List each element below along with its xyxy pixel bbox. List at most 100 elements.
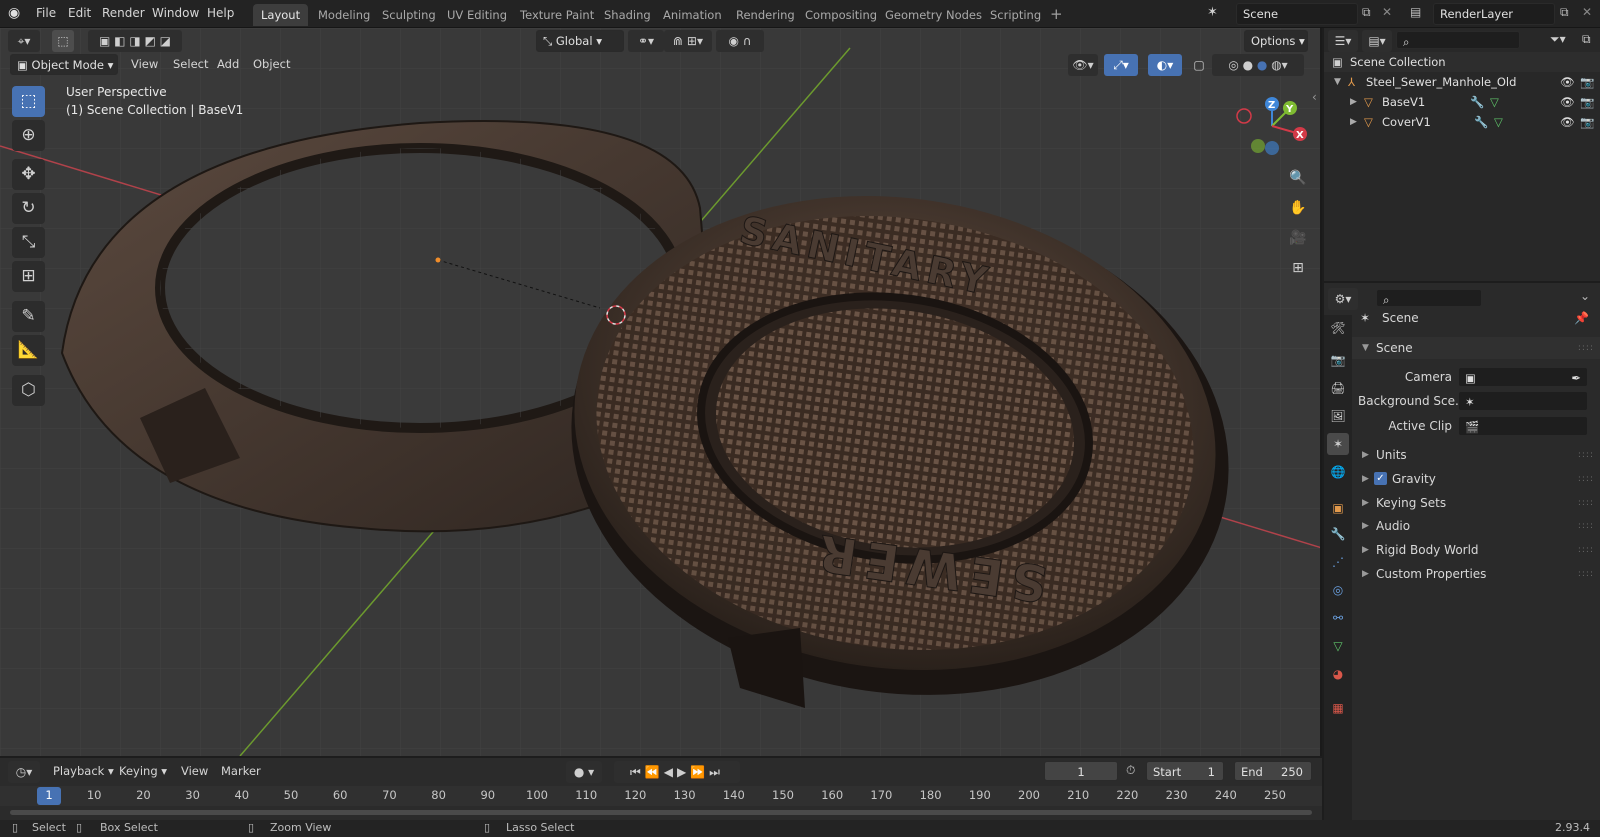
active-clip-field[interactable]: 🎬 xyxy=(1458,416,1588,436)
tab-rendering[interactable]: Rendering xyxy=(728,4,803,26)
menu-object[interactable]: Object xyxy=(248,54,295,75)
object-tab-icon[interactable]: ▣ xyxy=(1327,497,1349,519)
camera-render-icon[interactable]: 📷 xyxy=(1580,92,1594,112)
camera-view-icon[interactable]: 🎥 xyxy=(1286,226,1310,250)
tab-uv-editing[interactable]: UV Editing xyxy=(439,4,515,26)
menu-add[interactable]: Add xyxy=(212,54,244,75)
tab-shading[interactable]: Shading xyxy=(596,4,659,26)
overlays-toggle-icon[interactable]: ◐▾ xyxy=(1148,54,1182,76)
view-layer-tab-icon[interactable]: 🖼 xyxy=(1327,405,1349,427)
pan-hand-icon[interactable]: ✋ xyxy=(1286,196,1310,220)
eye-icon[interactable]: 👁 xyxy=(1560,72,1575,92)
new-collection-icon[interactable]: ⧉ xyxy=(1582,32,1591,47)
timeline-scrollbar[interactable] xyxy=(10,810,1312,815)
end-frame-field[interactable]: End 250 xyxy=(1234,761,1312,781)
delete-scene-icon[interactable]: ✕ xyxy=(1382,5,1392,19)
outliner-row-scene-collection[interactable]: ▣ Scene Collection xyxy=(1324,52,1600,72)
selection-mode-icons[interactable]: ▣ ◧ ◨ ◩ ◪ xyxy=(88,30,182,52)
timeline-view-menu[interactable]: View xyxy=(176,761,213,782)
expand-arrow-icon[interactable]: ▶ xyxy=(1350,112,1357,132)
scene-tab-icon[interactable]: ✶ xyxy=(1327,433,1349,455)
menu-render[interactable]: Render xyxy=(102,6,145,20)
render-tab-icon[interactable]: 📷 xyxy=(1327,349,1349,371)
display-mode-icon[interactable]: ▤▾ xyxy=(1362,30,1392,52)
gravity-panel[interactable]: ▶ ✓ Gravity :::: xyxy=(1352,468,1600,490)
scale-tool-icon[interactable]: ⤡ xyxy=(12,227,45,258)
render-layer-field[interactable]: RenderLayer xyxy=(1433,3,1555,25)
transform-tool-icon[interactable]: ⊞ xyxy=(12,261,45,292)
constraints-tab-icon[interactable]: ⚯ xyxy=(1327,607,1349,629)
audio-panel[interactable]: ▶ Audio :::: xyxy=(1352,515,1600,537)
eye-icon[interactable]: 👁 xyxy=(1560,112,1575,132)
eye-icon[interactable]: 👁 xyxy=(1560,92,1575,112)
select-tool-icon[interactable]: ⬚ xyxy=(52,30,74,52)
ortho-grid-icon[interactable]: ⊞ xyxy=(1286,256,1310,280)
menu-select[interactable]: Select xyxy=(168,54,213,75)
tab-modeling[interactable]: Modeling xyxy=(310,4,378,26)
tab-geometry-nodes[interactable]: Geometry Nodes xyxy=(877,4,990,26)
menu-view[interactable]: View xyxy=(126,54,163,75)
tab-sculpting[interactable]: Sculpting xyxy=(374,4,444,26)
add-cube-tool-icon[interactable]: ⬡ xyxy=(12,375,45,406)
move-tool-icon[interactable]: ✥ xyxy=(12,159,45,190)
xray-icon[interactable]: ▢ xyxy=(1190,54,1208,76)
timeline-editor-icon[interactable]: ◷▾ xyxy=(8,761,40,783)
gravity-checkbox[interactable]: ✓ xyxy=(1374,472,1387,485)
tab-layout[interactable]: Layout xyxy=(253,4,309,26)
scene-name-field[interactable]: Scene xyxy=(1236,3,1358,25)
expand-arrow-icon[interactable]: ▼ xyxy=(1334,72,1341,92)
modifier-wrench-icon[interactable]: 🔧 xyxy=(1474,112,1488,132)
world-tab-icon[interactable]: 🌐 xyxy=(1327,461,1349,483)
tab-texture-paint[interactable]: Texture Paint xyxy=(512,4,602,26)
keying-menu[interactable]: Keying ▾ xyxy=(114,761,172,782)
tab-animation[interactable]: Animation xyxy=(655,4,730,26)
editor-type-icon[interactable]: ⌖▾ xyxy=(8,30,40,52)
scene-section-header[interactable]: ▼ Scene :::: xyxy=(1352,337,1600,359)
scene-icon[interactable]: ✶ xyxy=(1207,5,1218,20)
eyedropper-icon[interactable]: ✒ xyxy=(1571,368,1581,388)
modifier-tab-icon[interactable]: 🔧 xyxy=(1327,523,1349,545)
start-frame-field[interactable]: Start 1 xyxy=(1146,761,1224,781)
visibility-eye-icon[interactable]: 👁▾ xyxy=(1068,54,1098,76)
options-dropdown[interactable]: Options ▾ xyxy=(1244,30,1308,52)
camera-field[interactable]: ▣ ✒ xyxy=(1458,367,1588,387)
keying-sets-panel[interactable]: ▶ Keying Sets :::: xyxy=(1352,492,1600,514)
chevron-down-icon[interactable]: ⌄ xyxy=(1580,289,1590,303)
mesh-data-icon[interactable]: ▽ xyxy=(1494,112,1503,132)
menu-file[interactable]: File xyxy=(36,6,56,20)
rigid-body-world-panel[interactable]: ▶ Rigid Body World :::: xyxy=(1352,539,1600,561)
add-workspace-icon[interactable]: + xyxy=(1050,5,1063,23)
playback-menu[interactable]: Playback ▾ xyxy=(48,761,119,782)
outliner-row-basev1[interactable]: ▶ ▽ BaseV1 🔧 ▽ 👁 📷 xyxy=(1324,92,1600,112)
pivot-point-icon[interactable]: ⚭▾ xyxy=(628,30,664,52)
rotate-tool-icon[interactable]: ↻ xyxy=(12,193,45,224)
menu-edit[interactable]: Edit xyxy=(68,6,91,20)
outliner-row-coverv1[interactable]: ▶ ▽ CoverV1 🔧 ▽ 👁 📷 xyxy=(1324,112,1600,132)
tool-tab-icon[interactable]: 🛠 xyxy=(1327,317,1349,339)
record-keyframe-icon[interactable]: ● ▾ xyxy=(566,761,602,783)
menu-help[interactable]: Help xyxy=(207,6,234,20)
output-tab-icon[interactable]: 🖨 xyxy=(1327,377,1349,399)
menu-window[interactable]: Window xyxy=(152,6,199,20)
outliner-editor-icon[interactable]: ☰▾ xyxy=(1328,30,1358,52)
expand-arrow-icon[interactable]: ▶ xyxy=(1350,92,1357,112)
modifier-wrench-icon[interactable]: 🔧 xyxy=(1470,92,1484,112)
3d-viewport[interactable]: SANITARY SEWER ⌖▾ ⬚ ▣ ◧ ◨ ◩ ◪ ⤡ Global ▾… xyxy=(0,28,1322,756)
properties-search-input[interactable]: ⌕ xyxy=(1376,289,1482,307)
tab-compositing[interactable]: Compositing xyxy=(797,4,885,26)
object-mode-dropdown[interactable]: ▣ Object Mode ▾ xyxy=(10,54,118,75)
filter-icon[interactable]: ⏷▾ xyxy=(1550,32,1566,47)
custom-properties-panel[interactable]: ▶ Custom Properties :::: xyxy=(1352,563,1600,585)
annotate-tool-icon[interactable]: ✎ xyxy=(12,301,45,332)
marker-menu[interactable]: Marker xyxy=(216,761,266,782)
data-tab-icon[interactable]: ▽ xyxy=(1327,635,1349,657)
pin-icon[interactable]: 📌 xyxy=(1574,307,1589,329)
measure-tool-icon[interactable]: 📐 xyxy=(12,335,45,366)
camera-render-icon[interactable]: 📷 xyxy=(1580,72,1594,92)
units-panel[interactable]: ▶ Units :::: xyxy=(1352,444,1600,466)
stopwatch-icon[interactable]: ⏱ xyxy=(1126,763,1135,778)
background-scene-field[interactable]: ✶ xyxy=(1458,391,1588,411)
sidebar-toggle-icon[interactable]: ‹ xyxy=(1312,90,1317,104)
camera-render-icon[interactable]: 📷 xyxy=(1580,112,1594,132)
texture-tab-icon[interactable]: ▦ xyxy=(1327,697,1349,719)
